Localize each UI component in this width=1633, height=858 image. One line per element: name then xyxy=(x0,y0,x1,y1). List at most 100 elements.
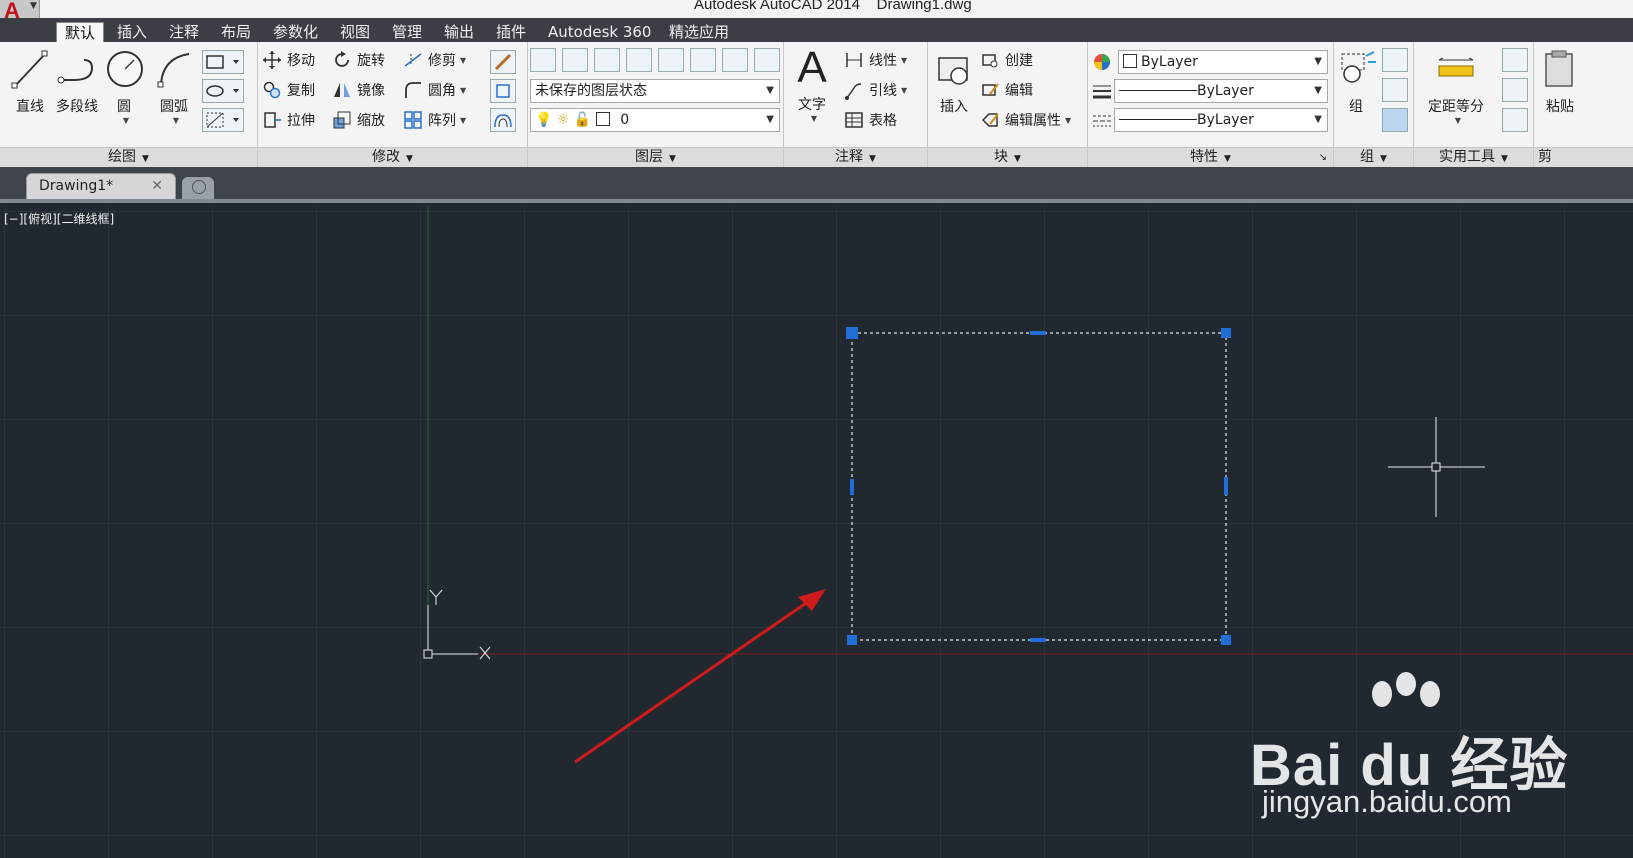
layer-properties-icon[interactable] xyxy=(530,48,556,72)
leader-button[interactable]: 引线 ▼ xyxy=(844,80,907,100)
chevron-down-icon[interactable]: ▼ xyxy=(156,116,196,125)
match-properties-button[interactable] xyxy=(1092,52,1117,72)
layer-isolate-icon[interactable] xyxy=(594,48,620,72)
hatch-tool-icon[interactable] xyxy=(202,79,244,103)
clipboard-panel-label: 剪 xyxy=(1538,149,1552,165)
layers-panel-title[interactable]: 图层 ▼ xyxy=(528,147,783,167)
text-icon: A xyxy=(797,43,827,92)
lineweight-dropdown[interactable]: ByLayer ▼ xyxy=(1114,79,1328,103)
group-button[interactable]: 组 xyxy=(1336,48,1376,116)
explode-icon[interactable] xyxy=(490,79,516,103)
rectangle-tool-icon[interactable] xyxy=(202,50,244,74)
layer-match-icon[interactable] xyxy=(658,48,684,72)
drawing-canvas[interactable]: [−][俯视][二维线框] Bai du 经验 jingyan.baidu.co… xyxy=(0,207,1633,858)
groups-panel-title[interactable]: 组 ▼ xyxy=(1334,147,1413,167)
layer-state-dropdown[interactable]: 未保存的图层状态 ▼ xyxy=(530,79,780,103)
close-icon[interactable]: ✕ xyxy=(151,174,163,199)
groups-panel-label: 组 xyxy=(1360,149,1375,165)
text-button[interactable]: A 文字 ▼ xyxy=(790,43,834,124)
layer-freeze-icon[interactable] xyxy=(754,48,780,72)
measure-button[interactable]: 定距等分 ▼ xyxy=(1424,48,1488,125)
edit-block-button[interactable]: 编辑 xyxy=(980,80,1033,100)
scale-button[interactable]: 缩放 xyxy=(332,110,385,130)
trim-button[interactable]: 修剪 ▼ xyxy=(403,50,466,70)
clipboard-panel-title[interactable]: 剪 xyxy=(1534,147,1633,167)
group-selection-icon[interactable] xyxy=(1382,108,1408,132)
layer-walk-icon[interactable] xyxy=(722,48,748,72)
draw-panel-label: 绘图 xyxy=(108,149,137,165)
arc-label: 圆弧 xyxy=(160,99,188,115)
application-menu-button[interactable]: A ▼ xyxy=(0,0,40,23)
baidu-watermark: Bai du 经验 jingyan.baidu.com xyxy=(1250,672,1580,830)
chevron-down-icon: ▼ xyxy=(1314,85,1322,96)
selected-rectangle xyxy=(851,332,1227,641)
annotation-panel-label: 注释 xyxy=(835,149,864,165)
tab-insert[interactable]: 插入 xyxy=(109,22,155,42)
plus-icon xyxy=(192,180,206,194)
edit-attributes-button[interactable]: 编辑属性 ▼ xyxy=(980,110,1071,130)
line-label: 直线 xyxy=(16,99,44,115)
tab-featured-apps[interactable]: 精选应用 xyxy=(661,22,737,42)
chevron-down-icon: ▼ xyxy=(1501,154,1508,164)
erase-icon[interactable] xyxy=(490,50,516,74)
tab-parametric[interactable]: 参数化 xyxy=(265,22,326,42)
tab-plugins[interactable]: 插件 xyxy=(488,22,534,42)
utilities-panel-title[interactable]: 实用工具 ▼ xyxy=(1414,147,1533,167)
tab-default[interactable]: 默认 xyxy=(56,22,105,42)
array-button[interactable]: 阵列 ▼ xyxy=(403,110,466,130)
trim-label: 修剪 xyxy=(428,53,456,69)
modify-panel-title[interactable]: 修改 ▼ xyxy=(258,147,527,167)
layers-panel-label: 图层 xyxy=(635,149,664,165)
tab-annotate[interactable]: 注释 xyxy=(161,22,207,42)
paste-button[interactable]: 粘贴 xyxy=(1540,48,1580,116)
calculator-icon[interactable] xyxy=(1502,108,1528,132)
arc-button[interactable]: 圆弧 ▼ xyxy=(152,48,196,125)
linetype-dropdown[interactable]: ByLayer ▼ xyxy=(1114,108,1328,132)
move-button[interactable]: 移动 xyxy=(262,50,315,70)
create-block-button[interactable]: 创建 xyxy=(980,50,1033,70)
quick-select-icon[interactable] xyxy=(1502,48,1528,72)
layer-off-icon[interactable] xyxy=(626,48,652,72)
create-block-icon xyxy=(980,50,1000,70)
stretch-button[interactable]: 拉伸 xyxy=(262,110,315,130)
insert-block-button[interactable]: 插入 xyxy=(932,48,976,116)
rotate-button[interactable]: 旋转 xyxy=(332,50,385,70)
layer-state-icon[interactable] xyxy=(562,48,588,72)
properties-panel-title[interactable]: 特性 ▼ ↘ xyxy=(1088,147,1333,167)
layer-previous-icon[interactable] xyxy=(690,48,716,72)
group-edit-icon[interactable] xyxy=(1382,78,1408,102)
copy-button[interactable]: 复制 xyxy=(262,80,315,100)
annotation-panel-title[interactable]: 注释 ▼ xyxy=(784,147,927,167)
tab-autodesk-360[interactable]: Autodesk 360 xyxy=(540,22,659,42)
boundary-tool-icon[interactable] xyxy=(202,108,244,132)
layer-dropdown[interactable]: 💡 ☼ 🔓 0 ▼ xyxy=(530,108,780,132)
circle-label: 圆 xyxy=(117,99,131,115)
measure-label: 定距等分 xyxy=(1428,99,1484,115)
chevron-down-icon[interactable]: ▼ xyxy=(108,116,144,125)
ungroup-icon[interactable] xyxy=(1382,48,1408,72)
tab-layout[interactable]: 布局 xyxy=(213,22,259,42)
fillet-button[interactable]: 圆角 ▼ xyxy=(403,80,466,100)
chevron-down-icon: ▼ xyxy=(1014,154,1021,164)
color-dropdown[interactable]: ByLayer ▼ xyxy=(1118,50,1328,74)
offset-icon[interactable] xyxy=(490,108,516,132)
block-panel-title[interactable]: 块 ▼ xyxy=(928,147,1087,167)
line-icon xyxy=(9,48,51,90)
mirror-button[interactable]: 镜像 xyxy=(332,80,385,100)
tab-view[interactable]: 视图 xyxy=(332,22,378,42)
draw-panel-title[interactable]: 绘图 ▼ xyxy=(0,147,257,167)
circle-button[interactable]: 圆 ▼ xyxy=(104,48,144,125)
select-all-icon[interactable] xyxy=(1502,78,1528,102)
chevron-down-icon: ▼ xyxy=(669,154,676,164)
modify-panel: 移动 旋转 修剪 ▼ 复制 镜像 圆角 ▼ 拉伸 缩放 阵列 ▼ 修改 ▼ xyxy=(258,42,528,167)
paste-label: 粘贴 xyxy=(1546,99,1574,115)
file-tab-drawing1[interactable]: Drawing1* ✕ xyxy=(26,173,176,199)
tab-output[interactable]: 输出 xyxy=(436,22,482,42)
tab-manage[interactable]: 管理 xyxy=(384,22,430,42)
linear-dimension-button[interactable]: 线性 ▼ xyxy=(844,50,907,70)
dialog-launcher-icon[interactable]: ↘ xyxy=(1319,148,1327,167)
line-button[interactable]: 直线 xyxy=(8,48,52,116)
new-drawing-tab-button[interactable] xyxy=(182,177,214,199)
polyline-button[interactable]: 多段线 xyxy=(52,48,102,116)
table-button[interactable]: 表格 xyxy=(844,110,897,130)
